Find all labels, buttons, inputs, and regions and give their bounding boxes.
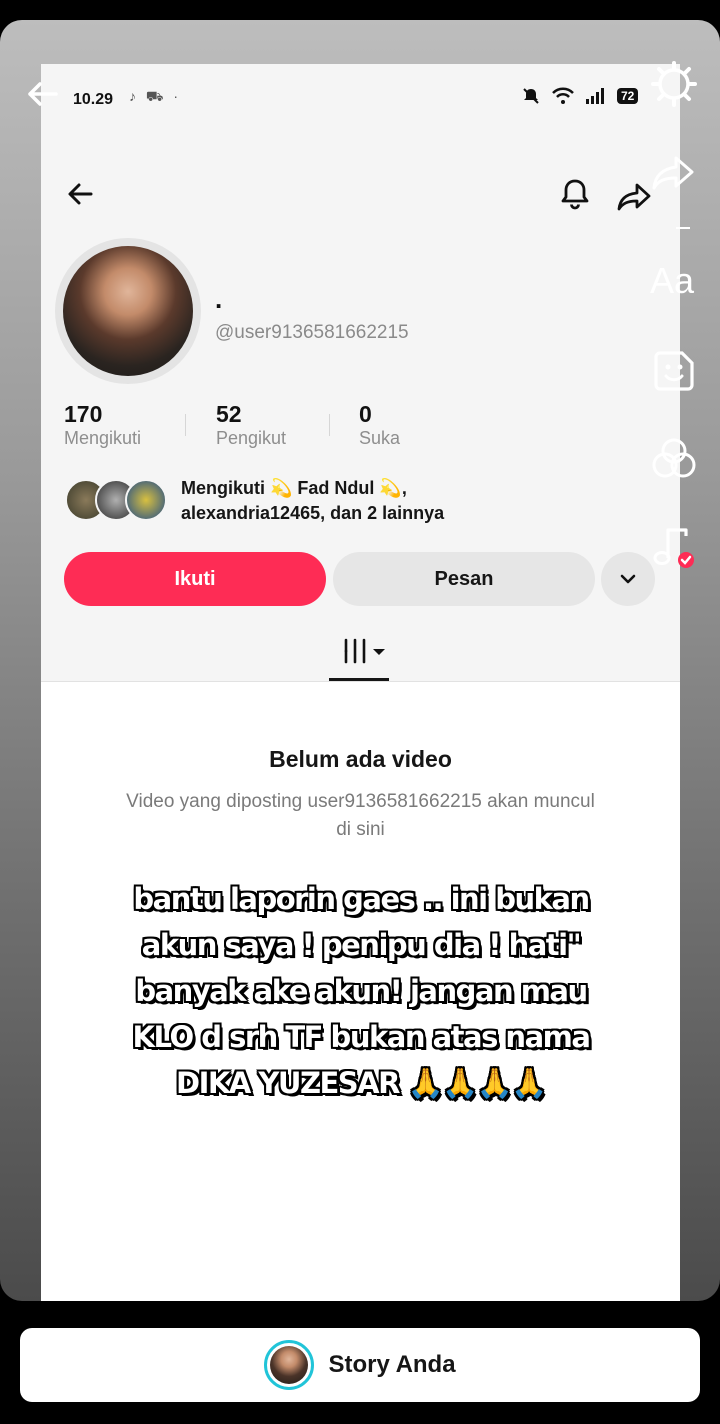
profile-avatar[interactable]: [63, 246, 193, 376]
back-arrow-icon[interactable]: [61, 174, 101, 214]
stat-followers[interactable]: 52 Pengikut: [216, 401, 286, 449]
story-label: Story Anda: [328, 1351, 456, 1378]
stat-followers-label: Pengikut: [216, 428, 287, 448]
story-overlay-caption[interactable]: bantu laporin gaes .. ini bukan akun say…: [131, 876, 591, 1106]
empty-state-title: Belum ada video: [269, 746, 452, 772]
mutual-avatars[interactable]: [65, 479, 175, 521]
stat-likes-value: 0: [359, 401, 372, 427]
stat-followers-value: 52: [216, 401, 242, 427]
stat-divider: [185, 414, 186, 436]
stat-divider: [329, 414, 330, 436]
status-indicators: 72: [521, 86, 639, 106]
mutual-line-2: alexandria12465, dan 2 lainnya: [181, 503, 445, 523]
text-tool-button[interactable]: Aa: [650, 260, 694, 302]
story-post-button[interactable]: Story Anda: [20, 1328, 700, 1402]
avatar: [125, 479, 167, 521]
suggestions-toggle-button[interactable]: [601, 552, 655, 606]
chevron-down-icon: [620, 574, 636, 584]
status-time: 10.29: [73, 91, 114, 108]
follow-button[interactable]: Ikuti: [64, 552, 326, 606]
screenshot-image: 10.29 ♪ ⛟ · 72 . @user9136581662215 170 …: [41, 64, 680, 1301]
battery-indicator: 72: [617, 88, 639, 104]
story-editor-canvas: 10.29 ♪ ⛟ · 72 . @user9136581662215 170 …: [0, 20, 720, 1301]
sticker-icon[interactable]: [650, 347, 698, 395]
display-name: .: [215, 284, 223, 314]
stat-likes-label: Suka: [359, 428, 401, 448]
settings-gear-icon[interactable]: [650, 60, 698, 108]
status-bar: 10.29 ♪ ⛟ · 72: [41, 64, 680, 134]
mutual-following-text[interactable]: Mengikuti 💫 Fad Ndul 💫, alexandria12465,…: [181, 476, 444, 526]
editor-back-arrow-icon[interactable]: [22, 74, 62, 114]
message-button[interactable]: Pesan: [333, 552, 595, 606]
wifi-icon: [552, 87, 574, 104]
stat-following-label: Mengikuti: [64, 428, 142, 448]
music-note-icon[interactable]: [650, 522, 698, 570]
videos-grid-tab-icon[interactable]: [341, 634, 391, 670]
username: @user9136581662215: [215, 322, 409, 343]
story-avatar: [264, 1340, 315, 1390]
forward-share-icon[interactable]: [650, 148, 698, 196]
signal-icon: [586, 88, 604, 104]
mutual-line-1: Mengikuti 💫 Fad Ndul 💫,: [181, 478, 407, 498]
bell-icon[interactable]: [555, 174, 595, 214]
mute-icon: [523, 88, 539, 104]
stat-following-value: 170: [64, 401, 103, 427]
stat-likes[interactable]: 0 Suka: [359, 401, 400, 449]
effects-circles-icon[interactable]: [650, 435, 698, 483]
empty-state-description: Video yang diposting user9136581662215 a…: [126, 791, 595, 840]
toolbar-divider: [676, 227, 690, 229]
status-app-icons: ♪ ⛟ ·: [129, 88, 182, 104]
share-icon[interactable]: [615, 176, 655, 216]
stat-following[interactable]: 170 Mengikuti: [64, 401, 141, 449]
